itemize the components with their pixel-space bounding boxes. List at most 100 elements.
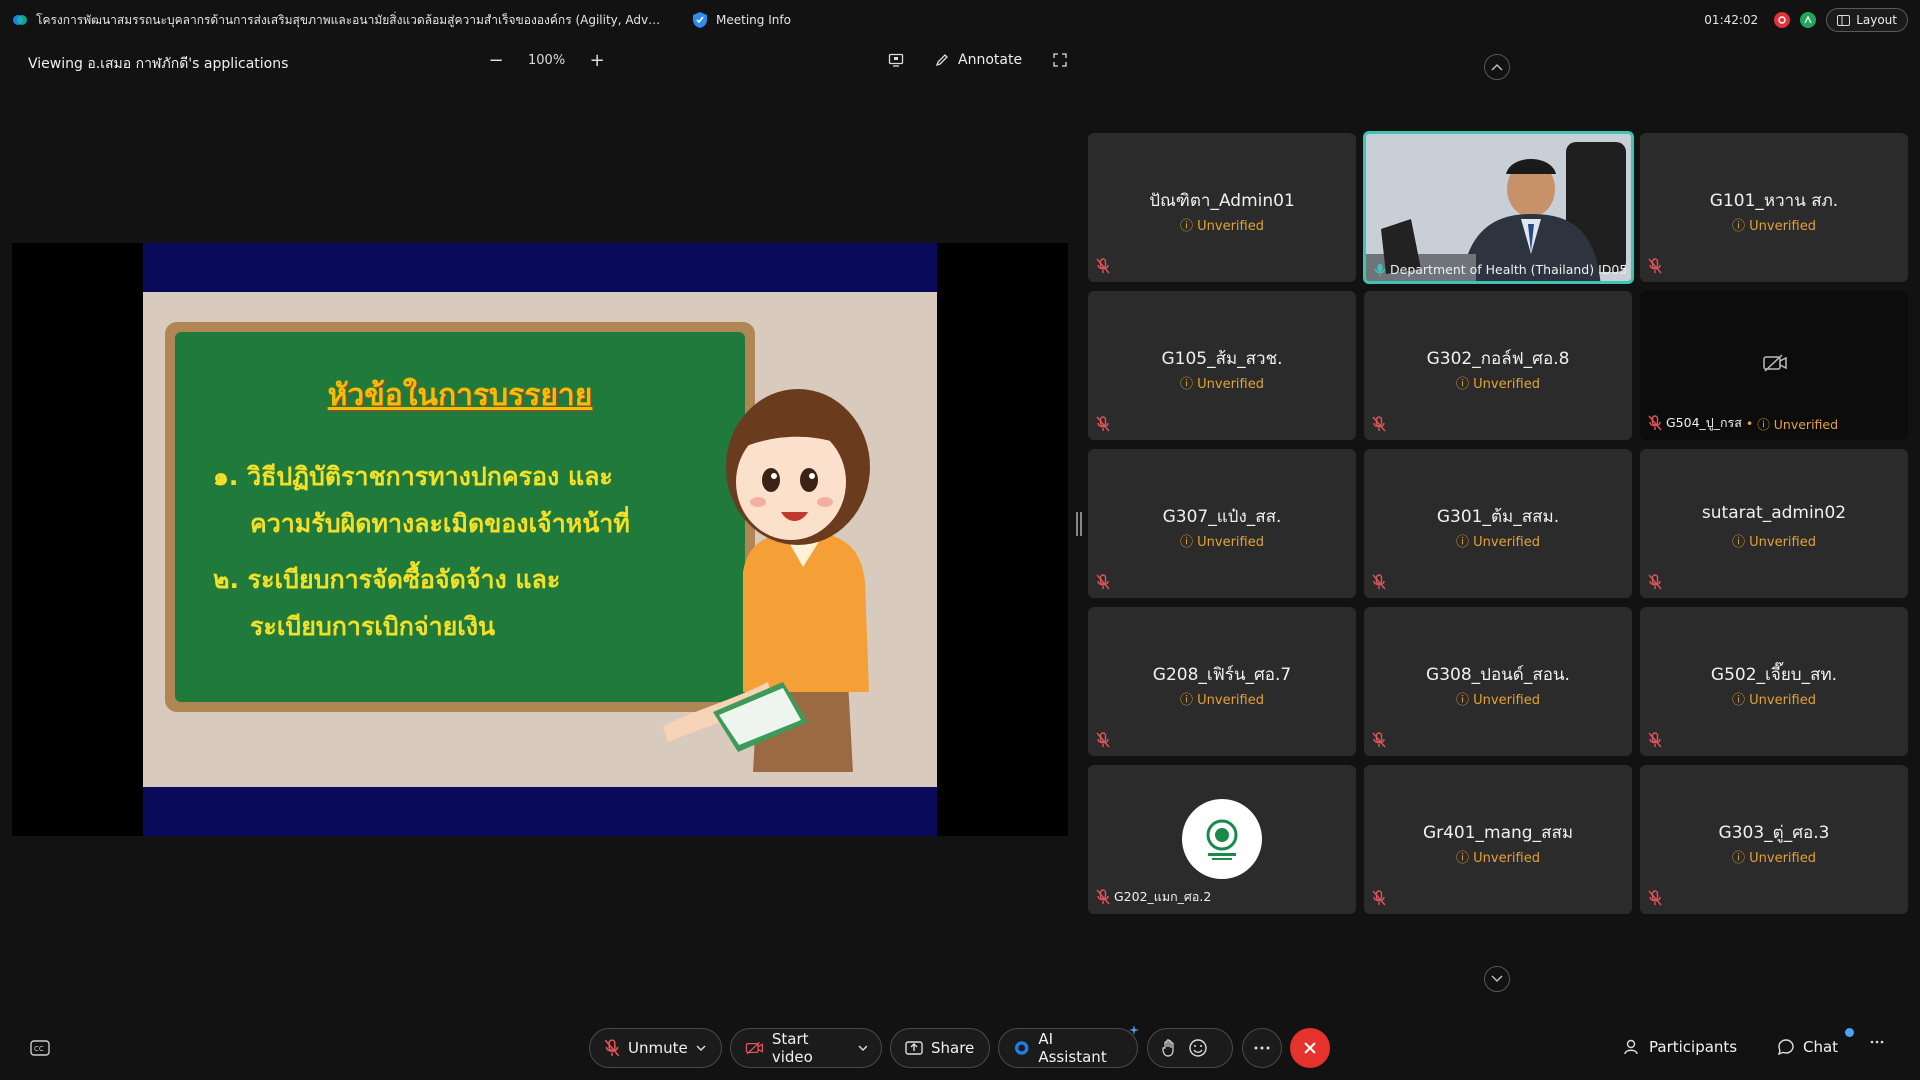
unverified-badge: ⓘ Unverified xyxy=(1757,416,1839,432)
pen-icon xyxy=(935,54,948,67)
emoji-icon xyxy=(1189,1039,1207,1057)
sparkle-icon xyxy=(1129,1025,1139,1035)
participant-name: G101_หวาน สภ. xyxy=(1709,191,1839,211)
meeting-title: โครงการพัฒนาสมรรถนะบุคลากรด้านการส่งเสริ… xyxy=(36,12,666,27)
layout-label: Layout xyxy=(1856,13,1897,27)
participant-tile[interactable]: G502_เจี๊ยบ_สท. ⓘ Unverified xyxy=(1640,607,1908,756)
participant-name: ปัณฑิตา_Admin01 xyxy=(1149,191,1295,211)
recording-icon[interactable] xyxy=(1774,12,1791,28)
mic-muted-icon xyxy=(1096,889,1110,905)
chevron-down-icon[interactable] xyxy=(696,1045,706,1051)
reactions-button[interactable] xyxy=(1147,1028,1233,1068)
camera-off-icon xyxy=(1763,354,1787,372)
ai-assistant-icon xyxy=(1014,1041,1029,1055)
unverified-badge: ⓘ Unverified xyxy=(1180,693,1264,708)
participant-name: sutarat_admin02 xyxy=(1701,503,1847,523)
chat-notification-dot xyxy=(1845,1028,1855,1037)
participant-label: G504_ปู_กรส • ⓘ Unverified xyxy=(1648,413,1838,433)
pop-out-icon[interactable] xyxy=(888,52,904,68)
zoom-in-button[interactable]: + xyxy=(585,50,609,71)
camera-off-icon xyxy=(745,1041,764,1055)
unmute-label: Unmute xyxy=(628,1039,688,1057)
layout-button[interactable]: Layout xyxy=(1826,8,1908,32)
unverified-badge: ⓘ Unverified xyxy=(1180,219,1264,234)
participant-label: G202_แมก_ศอ.2 xyxy=(1096,887,1211,907)
participant-name: Department of Health (Thailand) ID05 xyxy=(1390,262,1628,277)
participant-tile[interactable]: G202_แมก_ศอ.2 xyxy=(1088,765,1356,914)
participant-name: G504_ปู_กรส xyxy=(1666,415,1742,430)
participant-name: G308_ปอนด์_สอน. xyxy=(1426,665,1570,685)
participant-tile[interactable]: G301_ต้ม_สสม. ⓘ Unverified xyxy=(1364,449,1632,598)
fullscreen-icon[interactable] xyxy=(1052,52,1068,68)
unverified-badge: ⓘ Unverified xyxy=(1732,693,1816,708)
webex-logo-icon xyxy=(13,15,27,25)
more-icon xyxy=(1870,1040,1884,1044)
share-button[interactable]: Share xyxy=(890,1028,990,1068)
start-video-button[interactable]: Start video xyxy=(730,1028,882,1068)
share-view-bar: Viewing อ.เสมอ กาฬภักดี's applications −… xyxy=(0,46,1067,80)
mic-muted-icon xyxy=(1648,415,1662,431)
mic-muted-icon xyxy=(1096,416,1110,432)
participant-tile[interactable]: G208_เฟิร์น_ศอ.7 ⓘ Unverified xyxy=(1088,607,1356,756)
participant-tile[interactable]: G302_กอล์ฟ_ศอ.8 ⓘ Unverified xyxy=(1364,291,1632,440)
avatar xyxy=(1182,799,1262,879)
annotate-button[interactable]: Annotate xyxy=(934,52,1022,68)
active-speaker-tile[interactable]: Department of Health (Thailand) ID05 xyxy=(1363,131,1634,284)
shield-icon xyxy=(693,12,707,28)
mic-muted-icon xyxy=(1096,258,1110,274)
scroll-up-button[interactable] xyxy=(1484,54,1510,80)
participant-tile[interactable]: G303_ตู่_ศอ.3 ⓘ Unverified xyxy=(1640,765,1908,914)
participant-tile[interactable]: G307_แป๋ง_สส. ⓘ Unverified xyxy=(1088,449,1356,598)
share-label: Share xyxy=(931,1039,975,1057)
participant-name: G302_กอล์ฟ_ศอ.8 xyxy=(1426,349,1570,369)
mic-muted-icon xyxy=(1096,732,1110,748)
chevron-down-icon[interactable] xyxy=(858,1045,867,1051)
ai-assistant-button[interactable]: AI Assistant xyxy=(998,1025,1139,1068)
mic-muted-icon xyxy=(604,1039,620,1057)
participant-tile[interactable]: G504_ปู_กรส • ⓘ Unverified xyxy=(1640,291,1908,440)
chevron-up-icon xyxy=(1491,63,1503,71)
participant-name: G307_แป๋ง_สส. xyxy=(1162,507,1282,527)
department-logo-icon xyxy=(1206,819,1238,860)
annotate-label: Annotate xyxy=(958,52,1023,68)
scroll-down-button[interactable] xyxy=(1484,966,1510,992)
participant-tile[interactable]: sutarat_admin02 ⓘ Unverified xyxy=(1640,449,1908,598)
more-options-button[interactable] xyxy=(1242,1028,1282,1068)
slide-line-1: ๑. วิธีปฏิบัติราชการทางปกครอง และ xyxy=(213,462,613,491)
chat-label: Chat xyxy=(1803,1038,1839,1056)
participant-tile[interactable]: G101_หวาน สภ. ⓘ Unverified xyxy=(1640,133,1908,282)
participant-tile[interactable]: G105_ส้ม_สวช. ⓘ Unverified xyxy=(1088,291,1356,440)
participants-label: Participants xyxy=(1649,1038,1738,1056)
captions-icon[interactable]: CC xyxy=(30,1040,50,1056)
participant-name: G502_เจี๊ยบ_สท. xyxy=(1710,665,1838,685)
mic-on-icon xyxy=(1374,263,1386,276)
mic-muted-icon xyxy=(1372,890,1386,906)
video-feed xyxy=(1366,134,1631,281)
person-icon xyxy=(1624,1039,1638,1055)
mic-muted-icon xyxy=(1372,574,1386,590)
close-icon xyxy=(1304,1042,1316,1054)
participant-tile[interactable]: Gr401_mang_สสม ⓘ Unverified xyxy=(1364,765,1632,914)
participant-name: G301_ต้ม_สสม. xyxy=(1436,507,1560,527)
leave-meeting-button[interactable] xyxy=(1290,1028,1330,1068)
chat-button[interactable]: Chat xyxy=(1777,1028,1855,1056)
mic-muted-icon xyxy=(1648,574,1662,590)
mic-muted-icon xyxy=(1648,890,1662,906)
unmute-button[interactable]: Unmute xyxy=(589,1028,722,1068)
more-options-button[interactable] xyxy=(1870,1040,1884,1044)
mic-muted-icon xyxy=(1372,732,1386,748)
participant-tile[interactable]: G308_ปอนด์_สอน. ⓘ Unverified xyxy=(1364,607,1632,756)
slide-line-2: ความรับผิดทางละเมิดของเจ้าหน้าที่ xyxy=(250,509,630,538)
unverified-badge: ⓘ Unverified xyxy=(1732,219,1816,234)
zoom-out-button[interactable]: − xyxy=(484,50,508,71)
shared-screen: หัวข้อในการบรรยาย ๑. วิธีปฏิบัติราชการทา… xyxy=(12,243,1068,836)
participants-button[interactable]: Participants xyxy=(1623,1038,1737,1056)
unverified-badge: ⓘ Unverified xyxy=(1456,535,1540,550)
panel-splitter[interactable] xyxy=(1076,512,1082,536)
svg-text:CC: CC xyxy=(34,1045,44,1053)
meeting-info-label: Meeting Info xyxy=(716,13,791,27)
network-status-icon[interactable] xyxy=(1800,12,1817,28)
participant-label: Department of Health (Thailand) ID05 xyxy=(1374,262,1627,277)
meeting-info-button[interactable]: Meeting Info xyxy=(692,11,791,29)
participant-tile[interactable]: ปัณฑิตา_Admin01 ⓘ Unverified xyxy=(1088,133,1356,282)
